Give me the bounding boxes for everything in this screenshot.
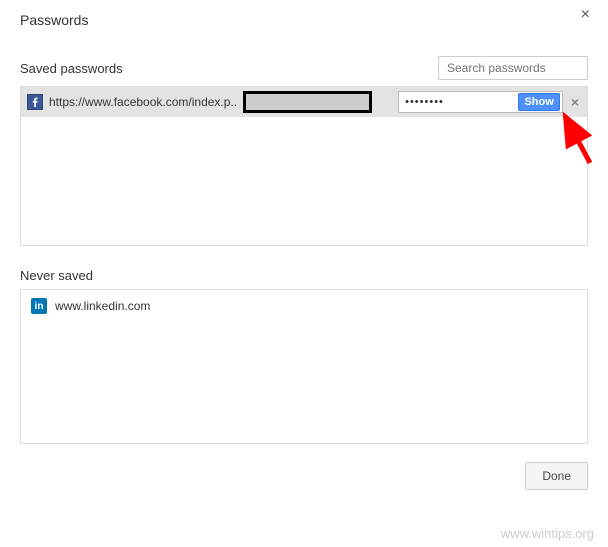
done-button[interactable]: Done [525, 462, 588, 490]
linkedin-icon: in [31, 298, 47, 314]
password-mask: •••••••• [405, 96, 512, 108]
saved-section-header: Saved passwords [20, 56, 588, 80]
watermark: www.wintips.org [501, 526, 594, 541]
footer: Done [20, 462, 588, 490]
passwords-dialog: × Passwords Saved passwords https://www.… [0, 0, 608, 502]
saved-label: Saved passwords [20, 61, 123, 76]
facebook-icon [27, 94, 43, 110]
site-url: https://www.facebook.com/index.p.. [49, 95, 237, 109]
show-button[interactable]: Show [518, 93, 559, 111]
username-field[interactable] [243, 91, 372, 113]
password-cell: •••••••• Show [398, 91, 563, 113]
saved-passwords-panel: https://www.facebook.com/index.p.. •••••… [20, 86, 588, 246]
never-site-url: www.linkedin.com [55, 299, 150, 313]
close-icon[interactable]: × [581, 6, 590, 24]
search-input[interactable] [438, 56, 588, 80]
password-row[interactable]: https://www.facebook.com/index.p.. •••••… [21, 87, 587, 117]
delete-icon[interactable]: × [569, 94, 581, 110]
dialog-title: Passwords [20, 12, 588, 28]
never-row[interactable]: in www.linkedin.com [21, 290, 587, 322]
never-saved-panel: in www.linkedin.com [20, 289, 588, 444]
never-label: Never saved [20, 268, 588, 283]
